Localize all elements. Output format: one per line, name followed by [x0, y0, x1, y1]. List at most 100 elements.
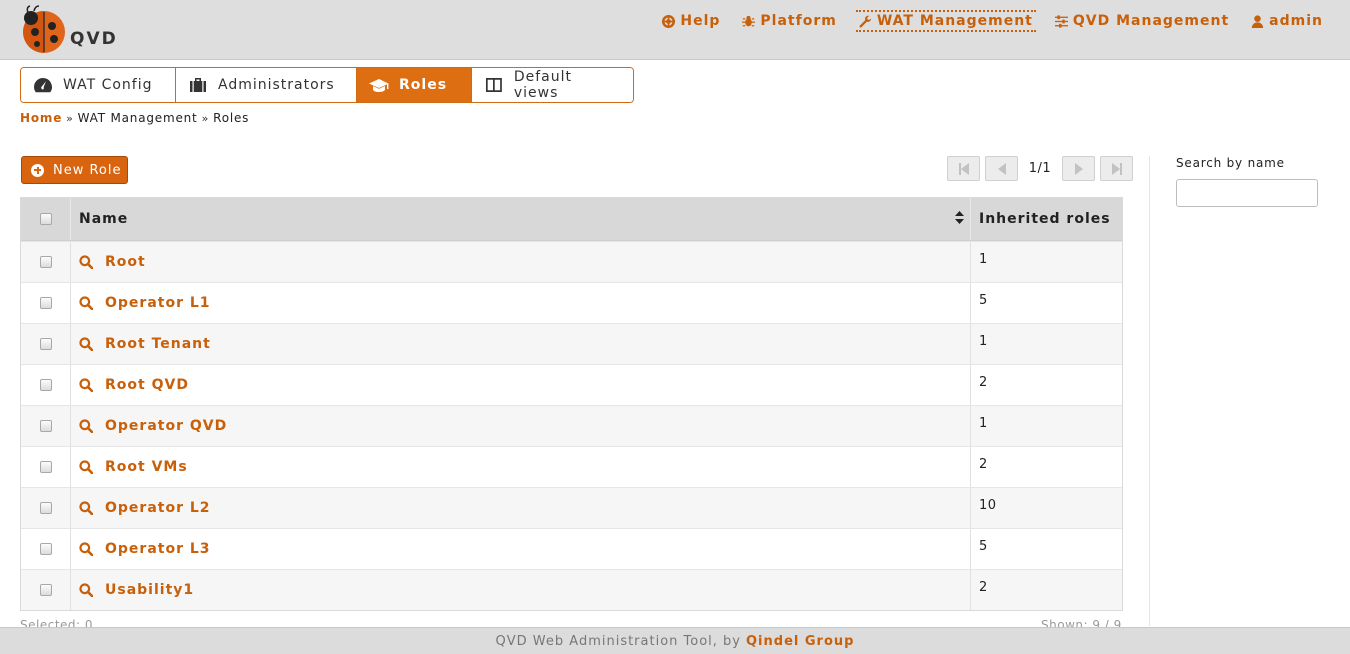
tab-roles[interactable]: Roles [357, 68, 472, 102]
next-page-button[interactable] [1062, 156, 1095, 181]
role-name-link[interactable]: Root QVD [79, 377, 189, 393]
table-row: Operator QVD 1 [21, 405, 1122, 446]
role-name-link[interactable]: Root VMs [79, 459, 188, 475]
previous-page-button[interactable] [985, 156, 1018, 181]
graduation-cap-icon [369, 79, 389, 92]
role-name: Operator L1 [105, 295, 211, 311]
role-name-link[interactable]: Operator L1 [79, 295, 211, 311]
row-name-cell: Operator L2 [71, 488, 971, 528]
row-name-cell: Usability1 [71, 570, 971, 610]
pagination: 1/1 [947, 156, 1133, 181]
select-all-checkbox[interactable] [39, 213, 52, 225]
role-name: Usability1 [105, 582, 195, 598]
row-name-cell: Operator L1 [71, 283, 971, 323]
bug-icon [742, 15, 756, 26]
next-page-icon [1074, 162, 1083, 175]
search-icon [79, 419, 93, 433]
nav-help[interactable]: Help [659, 10, 723, 32]
nav-admin-label: admin [1269, 13, 1323, 29]
breadcrumb: Home » WAT Management » Roles [20, 111, 249, 125]
last-page-icon [1111, 162, 1122, 175]
row-select-cell [21, 324, 71, 364]
tab-administrators-label: Administrators [218, 77, 335, 93]
last-page-button[interactable] [1100, 156, 1133, 181]
row-select-cell [21, 529, 71, 569]
search-by-name-input[interactable] [1176, 179, 1318, 207]
wrench-icon [859, 15, 872, 28]
role-name-link[interactable]: Operator L2 [79, 500, 211, 516]
role-name: Root Tenant [105, 336, 211, 352]
row-name-cell: Root VMs [71, 447, 971, 487]
nav-wat-management-label: WAT Management [876, 13, 1033, 29]
row-name-cell: Root QVD [71, 365, 971, 405]
role-name: Operator L3 [105, 541, 211, 557]
row-checkbox[interactable] [39, 256, 52, 268]
row-select-cell [21, 570, 71, 610]
nav-platform[interactable]: Platform [739, 10, 839, 32]
footer-company-link[interactable]: Qindel Group [746, 634, 854, 649]
row-checkbox[interactable] [39, 297, 52, 309]
role-name: Operator QVD [105, 418, 228, 434]
table-row: Root QVD 2 [21, 364, 1122, 405]
tab-default-views[interactable]: Default views [472, 68, 633, 102]
row-select-cell [21, 283, 71, 323]
row-name-cell: Operator QVD [71, 406, 971, 446]
row-checkbox[interactable] [39, 461, 52, 473]
table-row: Root VMs 2 [21, 446, 1122, 487]
breadcrumb-current: Roles [213, 111, 250, 125]
name-header-label: Name [79, 211, 129, 227]
new-role-button[interactable]: New Role [21, 156, 128, 184]
row-checkbox[interactable] [39, 379, 52, 391]
role-name: Root QVD [105, 377, 189, 393]
search-icon [79, 542, 93, 556]
role-name: Root [105, 254, 146, 270]
nav-platform-label: Platform [760, 13, 837, 29]
nav-admin-user[interactable]: admin [1248, 10, 1326, 32]
user-icon [1251, 14, 1264, 28]
role-name-link[interactable]: Root [79, 254, 146, 270]
row-checkbox[interactable] [39, 584, 52, 596]
role-name-link[interactable]: Operator QVD [79, 418, 227, 434]
search-icon [79, 460, 93, 474]
name-column-header[interactable]: Name [71, 198, 971, 240]
tab-wat-config[interactable]: WAT Config [21, 68, 176, 102]
top-bar: QVD Help Platform WAT Management QVD Man… [0, 0, 1350, 60]
role-name-link[interactable]: Root Tenant [79, 336, 211, 352]
inherited-roles-value: 1 [979, 334, 988, 349]
roles-table: Name Inherited roles Root 1 Operator L1 5 Ro… [20, 197, 1123, 611]
page-footer: QVD Web Administration Tool, by Qindel G… [0, 627, 1350, 654]
row-name-cell: Root Tenant [71, 324, 971, 364]
row-checkbox[interactable] [39, 502, 52, 514]
row-select-cell [21, 488, 71, 528]
search-icon [79, 296, 93, 310]
role-name-link[interactable]: Operator L3 [79, 541, 211, 557]
page-indicator: 1/1 [1028, 161, 1052, 176]
inherited-roles-column-header: Inherited roles [979, 211, 1111, 227]
nav-qvd-management[interactable]: QVD Management [1052, 10, 1232, 32]
first-page-button[interactable] [947, 156, 980, 181]
row-checkbox[interactable] [39, 543, 52, 555]
tab-administrators[interactable]: Administrators [176, 68, 357, 102]
row-select-cell [21, 242, 71, 282]
footer-text: QVD Web Administration Tool, by [495, 633, 741, 649]
row-checkbox[interactable] [39, 338, 52, 350]
role-name: Operator L2 [105, 500, 211, 516]
first-page-icon [958, 162, 969, 175]
sort-icon [955, 211, 964, 224]
qvd-logo[interactable]: QVD [20, 5, 130, 55]
tab-roles-label: Roles [399, 77, 448, 93]
table-body: Root 1 Operator L1 5 Root Tenant 1 Root QVD 2 Op… [21, 241, 1122, 610]
row-checkbox[interactable] [39, 420, 52, 432]
row-name-cell: Root [71, 242, 971, 282]
inherited-roles-value: 5 [979, 539, 988, 554]
nav-wat-management[interactable]: WAT Management [855, 10, 1036, 32]
section-tabs: WAT Config Administrators Roles Default … [20, 67, 634, 103]
role-name-link[interactable]: Usability1 [79, 582, 194, 598]
inherited-roles-value: 2 [979, 457, 988, 472]
svg-text:QVD: QVD [70, 29, 118, 49]
table-row: Usability1 2 [21, 569, 1122, 610]
lifebuoy-icon [662, 14, 676, 28]
breadcrumb-section[interactable]: WAT Management [78, 111, 198, 125]
tab-wat-config-label: WAT Config [63, 77, 153, 93]
breadcrumb-home[interactable]: Home [20, 111, 62, 125]
